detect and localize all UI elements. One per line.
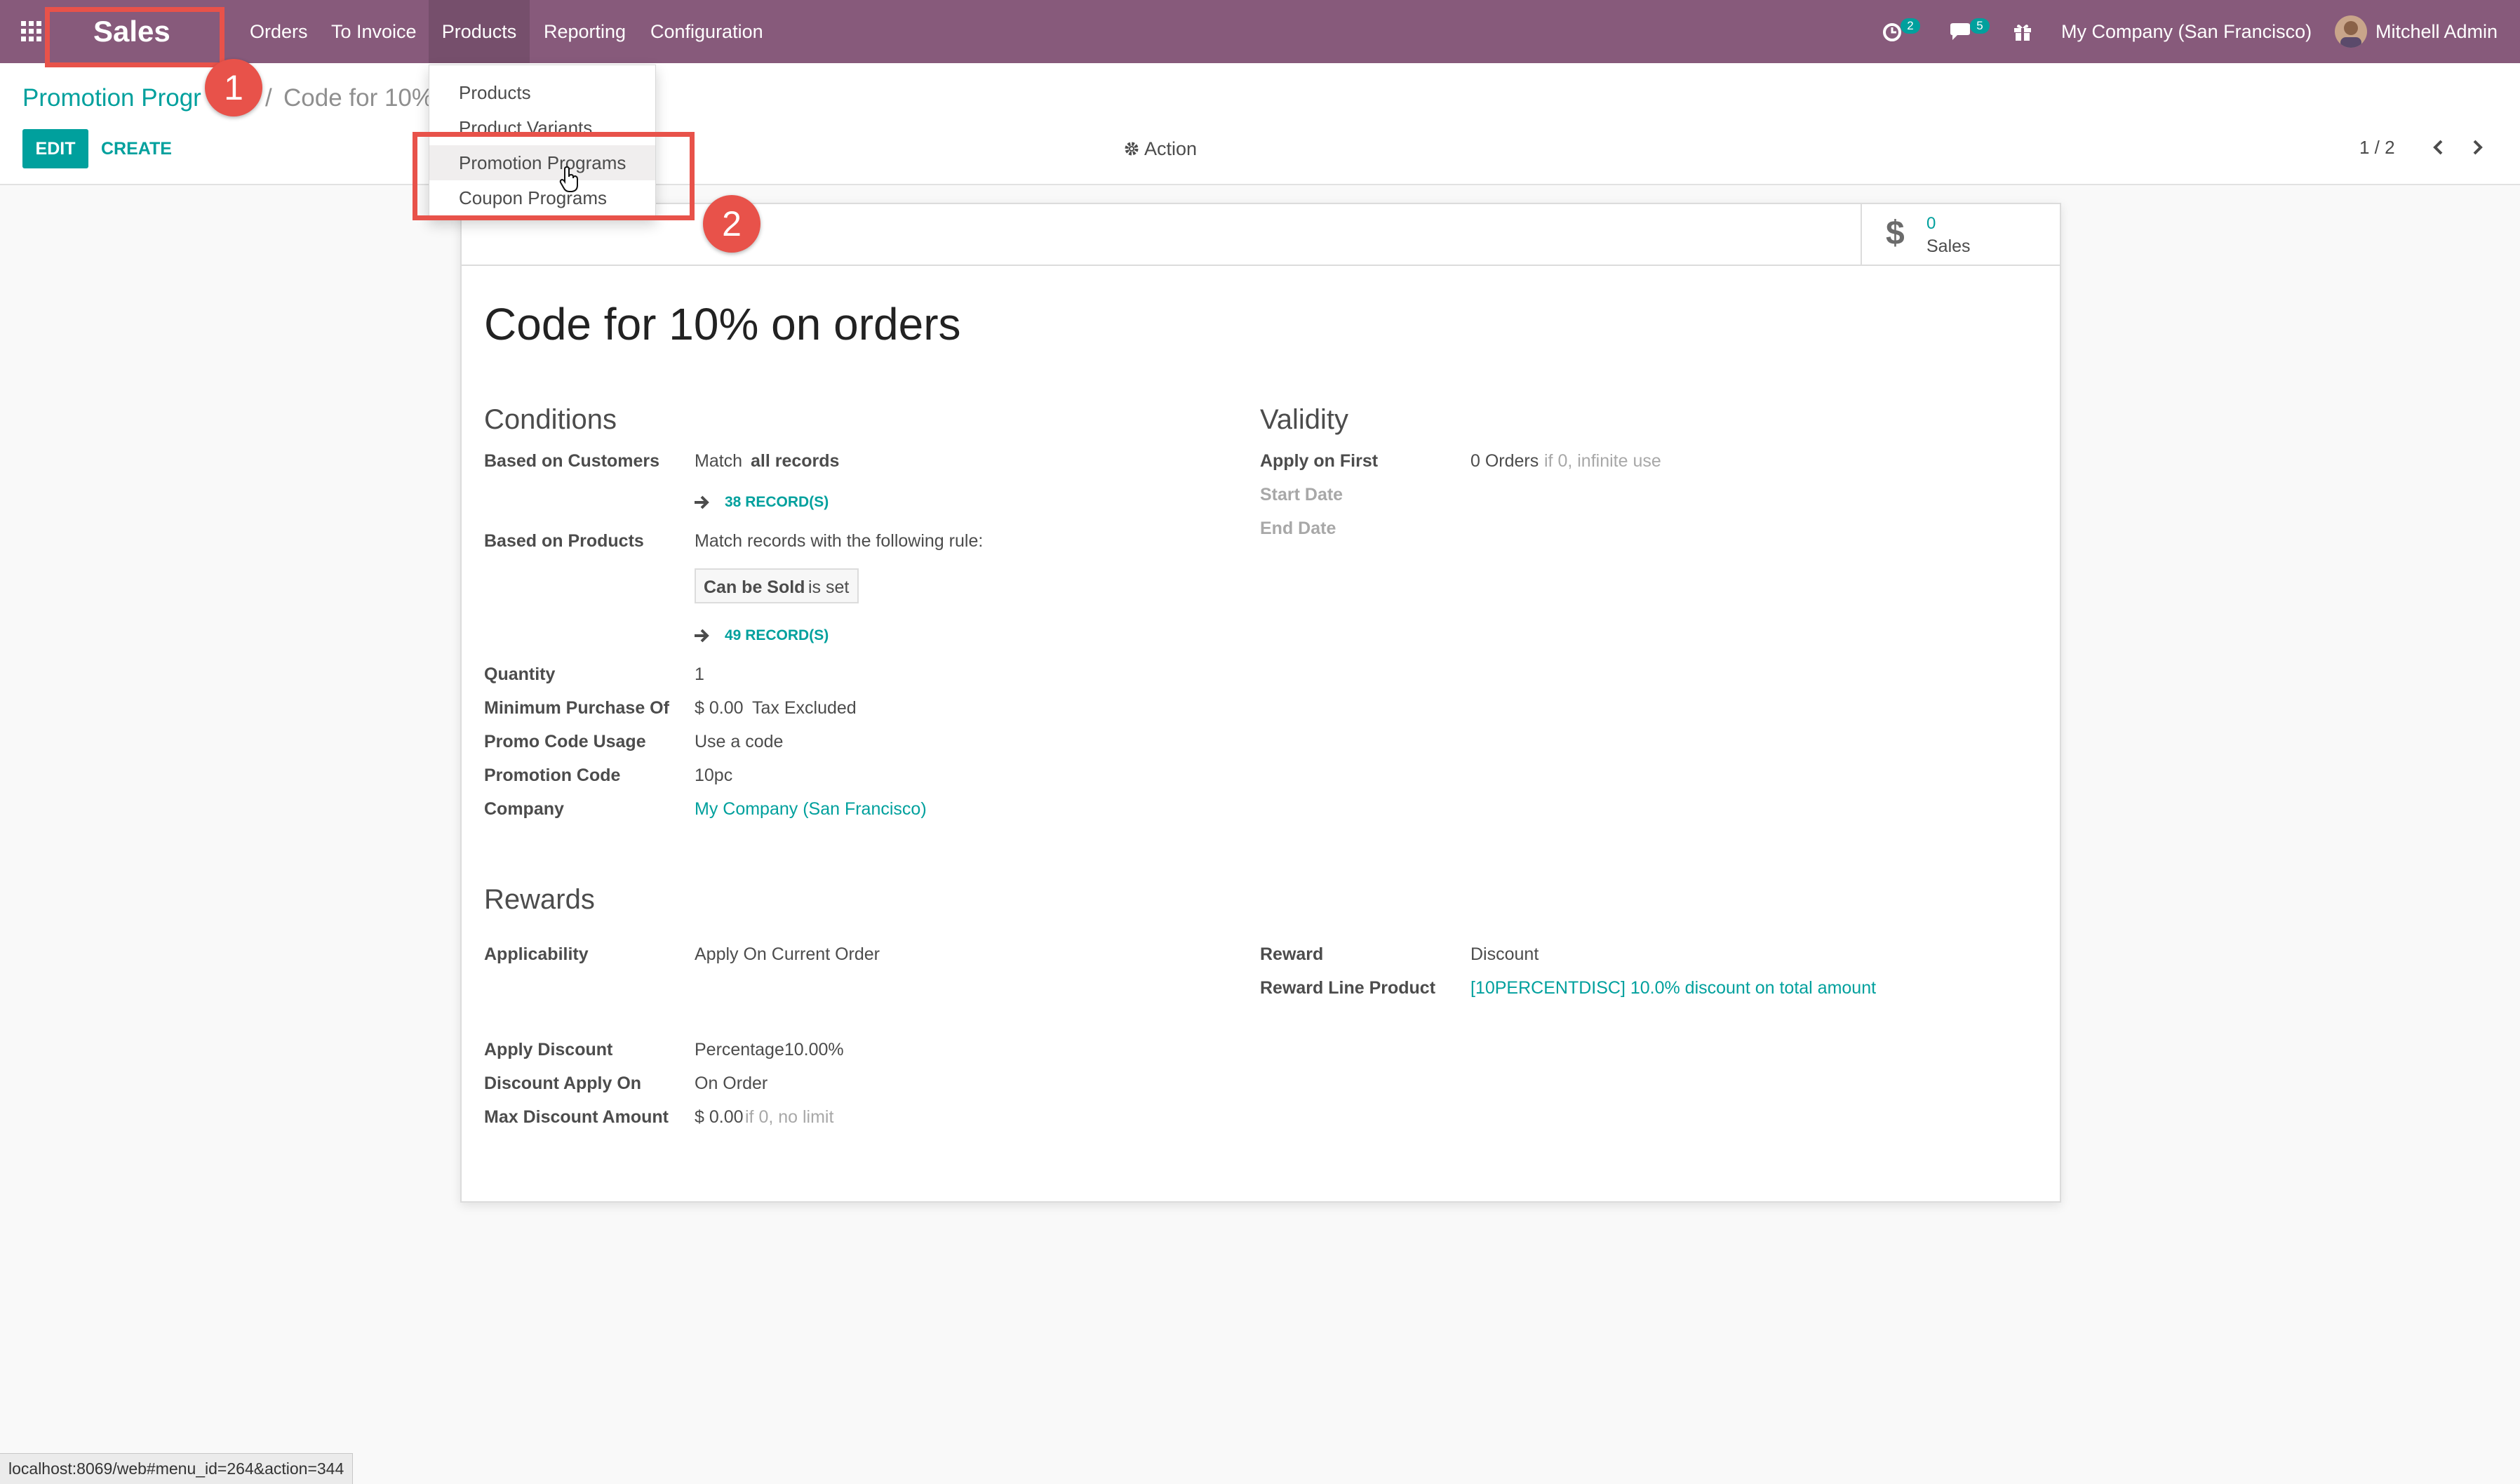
apply-on-first-value: 0 Orders bbox=[1470, 451, 1539, 471]
activity-badge: 2 bbox=[1901, 18, 1920, 34]
sales-stat-value: 0 bbox=[1926, 214, 1936, 233]
gift-icon[interactable] bbox=[2012, 21, 2033, 42]
dropdown-item-products[interactable]: Products bbox=[429, 75, 655, 110]
minimum-purchase-label: Minimum Purchase Of bbox=[484, 698, 669, 718]
start-date-label: Start Date bbox=[1260, 485, 1343, 504]
quantity-label: Quantity bbox=[484, 664, 556, 684]
breadcrumb-separator: / bbox=[265, 84, 272, 112]
breadcrumb-parent[interactable]: Promotion Progr bbox=[22, 83, 201, 114]
customers-match-text: Match bbox=[695, 451, 743, 471]
create-button[interactable]: CREATE bbox=[101, 129, 172, 168]
customers-records-link[interactable]: 38 RECORD(S) bbox=[725, 494, 829, 511]
menu-to-invoice[interactable]: To Invoice bbox=[331, 0, 417, 63]
products-records-link[interactable]: 49 RECORD(S) bbox=[725, 627, 829, 644]
pager-next-icon[interactable] bbox=[2467, 138, 2487, 157]
products-rule-text: Match records with the following rule: bbox=[695, 531, 984, 551]
arrow-right-icon bbox=[693, 495, 710, 510]
button-box: $ 0 Sales bbox=[462, 204, 2060, 266]
applicability-value: Apply On Current Order bbox=[695, 944, 880, 964]
domain-rule-box[interactable]: Can be Sold is set bbox=[695, 568, 859, 603]
control-panel bbox=[0, 63, 2520, 185]
apply-discount-label: Apply Discount bbox=[484, 1040, 613, 1059]
highlight-app-name bbox=[45, 7, 224, 67]
apply-on-first-hint: if 0, infinite use bbox=[1544, 451, 1661, 471]
validity-heading: Validity bbox=[1260, 404, 1348, 435]
rule-operator: is set bbox=[808, 577, 850, 597]
discount-apply-on-value: On Order bbox=[695, 1074, 768, 1093]
quantity-value: 1 bbox=[695, 664, 704, 684]
action-menu[interactable]: Action bbox=[1144, 138, 1197, 160]
reward-label: Reward bbox=[1260, 944, 1324, 964]
conditions-heading: Conditions bbox=[484, 404, 617, 435]
menu-products[interactable]: Products bbox=[429, 0, 530, 63]
dollar-icon: $ bbox=[1886, 215, 1905, 252]
pager-prev-icon[interactable] bbox=[2429, 138, 2448, 157]
apply-on-first-label: Apply on First bbox=[1260, 451, 1379, 471]
user-avatar[interactable] bbox=[2335, 15, 2367, 48]
top-navbar: Sales Orders To Invoice Products Reporti… bbox=[0, 0, 2520, 63]
rewards-heading: Rewards bbox=[484, 884, 595, 915]
highlight-promotion-programs bbox=[413, 132, 695, 220]
sales-stat-button[interactable]: $ 0 Sales bbox=[1861, 204, 2060, 265]
breadcrumb-current: Code for 10% bbox=[283, 84, 434, 112]
menu-orders[interactable]: Orders bbox=[250, 0, 308, 63]
max-discount-value: $ 0.00 bbox=[695, 1107, 744, 1127]
customers-match-bold: all records bbox=[751, 451, 840, 471]
reward-line-product-link[interactable]: [10PERCENTDISC] 10.0% discount on total … bbox=[1470, 978, 1876, 998]
step-1-marker: 1 bbox=[205, 59, 262, 116]
company-label: Company bbox=[484, 799, 564, 819]
apps-menu-icon[interactable] bbox=[21, 21, 42, 42]
rule-field: Can be Sold bbox=[704, 577, 805, 597]
messages-badge: 5 bbox=[1970, 18, 1990, 34]
promo-code-usage-value: Use a code bbox=[695, 732, 784, 751]
promotion-code-value: 10pc bbox=[695, 766, 733, 785]
company-switcher[interactable]: My Company (San Francisco) bbox=[2061, 0, 2312, 63]
arrow-right-icon bbox=[693, 628, 710, 643]
minimum-purchase-value: $ 0.00 bbox=[695, 698, 744, 718]
promo-code-usage-label: Promo Code Usage bbox=[484, 732, 646, 751]
sales-stat-label: Sales bbox=[1926, 236, 1971, 256]
discount-apply-on-label: Discount Apply On bbox=[484, 1074, 642, 1093]
based-on-products-label: Based on Products bbox=[484, 531, 644, 551]
promotion-code-label: Promotion Code bbox=[484, 766, 621, 785]
apply-discount-value: Percentage10.00% bbox=[695, 1040, 844, 1059]
reward-line-product-label: Reward Line Product bbox=[1260, 978, 1436, 998]
messages-icon[interactable] bbox=[1949, 22, 1971, 42]
pager: 1 / 2 bbox=[2359, 137, 2395, 158]
end-date-label: End Date bbox=[1260, 519, 1336, 538]
max-discount-label: Max Discount Amount bbox=[484, 1107, 669, 1127]
user-menu[interactable]: Mitchell Admin bbox=[2375, 0, 2498, 63]
status-bar-url: localhost:8069/web#menu_id=264&action=34… bbox=[0, 1453, 354, 1484]
gear-icon bbox=[1123, 140, 1140, 157]
step-2-marker: 2 bbox=[703, 195, 760, 253]
reward-value: Discount bbox=[1470, 944, 1539, 964]
based-on-customers-label: Based on Customers bbox=[484, 451, 660, 471]
menu-configuration[interactable]: Configuration bbox=[650, 0, 763, 63]
minimum-purchase-tax: Tax Excluded bbox=[752, 698, 857, 718]
applicability-label: Applicability bbox=[484, 944, 589, 964]
menu-reporting[interactable]: Reporting bbox=[544, 0, 626, 63]
edit-button[interactable]: EDIT bbox=[22, 129, 88, 168]
record-title: Code for 10% on orders bbox=[484, 299, 961, 349]
company-link[interactable]: My Company (San Francisco) bbox=[695, 799, 927, 820]
max-discount-hint: if 0, no limit bbox=[745, 1107, 834, 1127]
